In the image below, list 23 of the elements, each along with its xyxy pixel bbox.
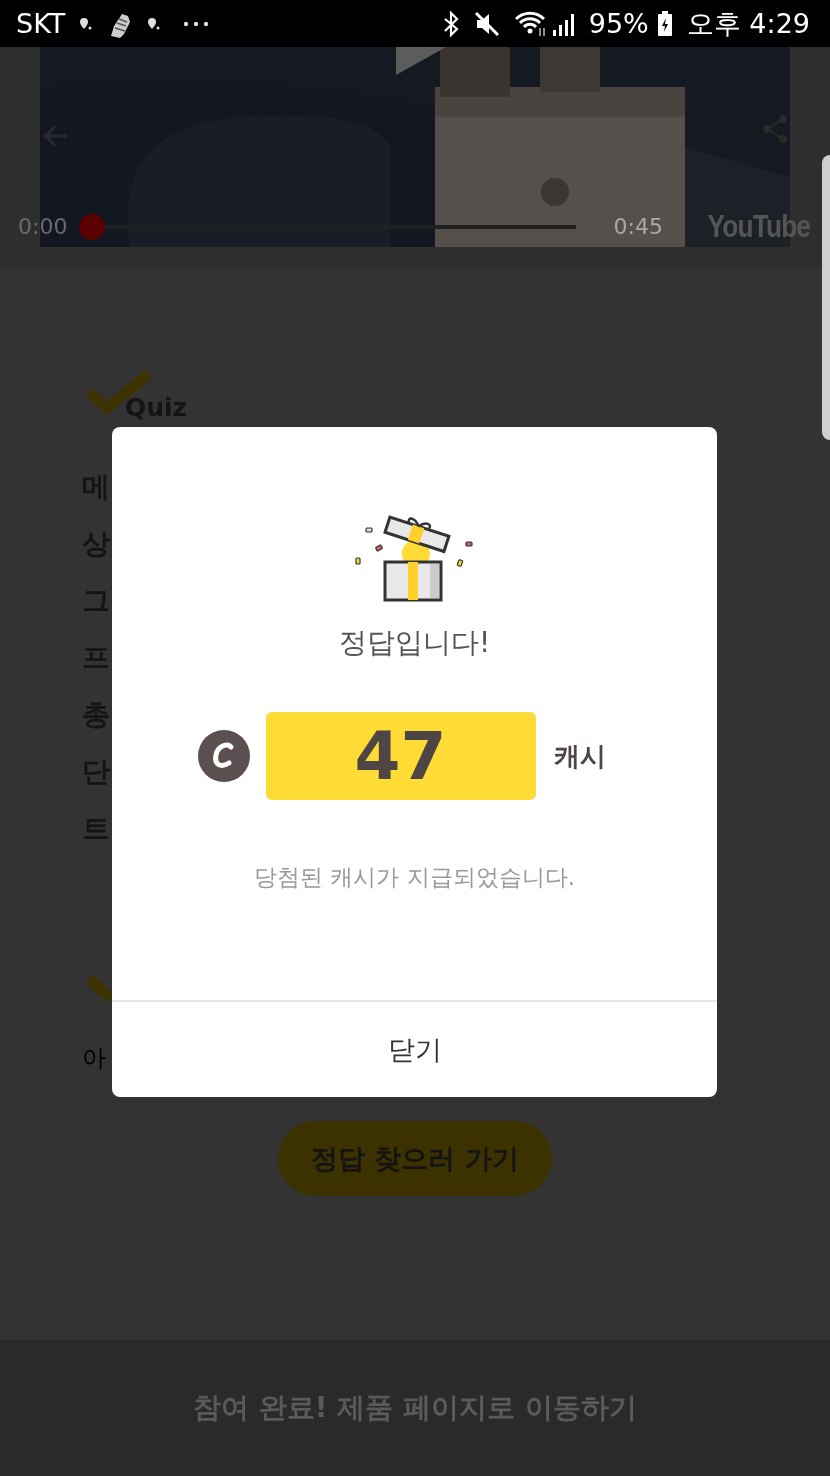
battery-text: 95% <box>588 8 649 39</box>
progress-thumb[interactable] <box>79 213 106 240</box>
dialog-message: 당첨된 캐시가 지급되었습니다. <box>254 863 575 892</box>
currency-label: 캐시 <box>553 739 606 773</box>
signal-icon <box>551 11 575 36</box>
duration-time: 0:45 <box>613 214 663 239</box>
video-logo: YouTube <box>707 208 810 245</box>
carrier-text: SKT <box>16 8 66 39</box>
location-icon <box>147 16 162 31</box>
mute-icon <box>473 10 500 37</box>
gift-icon <box>354 515 473 602</box>
back-icon[interactable] <box>42 124 68 148</box>
elapsed-time: 0:00 <box>18 214 68 239</box>
more-icon <box>183 20 210 27</box>
location-icon <box>79 16 94 31</box>
dialog-title: 정답입니다! <box>338 625 491 661</box>
battery-icon <box>656 10 673 37</box>
check-icon <box>85 975 112 1003</box>
clock-text: 오후 4:29 <box>686 6 810 41</box>
reward-amount: 47 <box>265 712 536 800</box>
wifi-icon <box>513 9 548 38</box>
coin-icon <box>197 730 250 782</box>
close-button[interactable]: 닫기 <box>112 1000 717 1097</box>
